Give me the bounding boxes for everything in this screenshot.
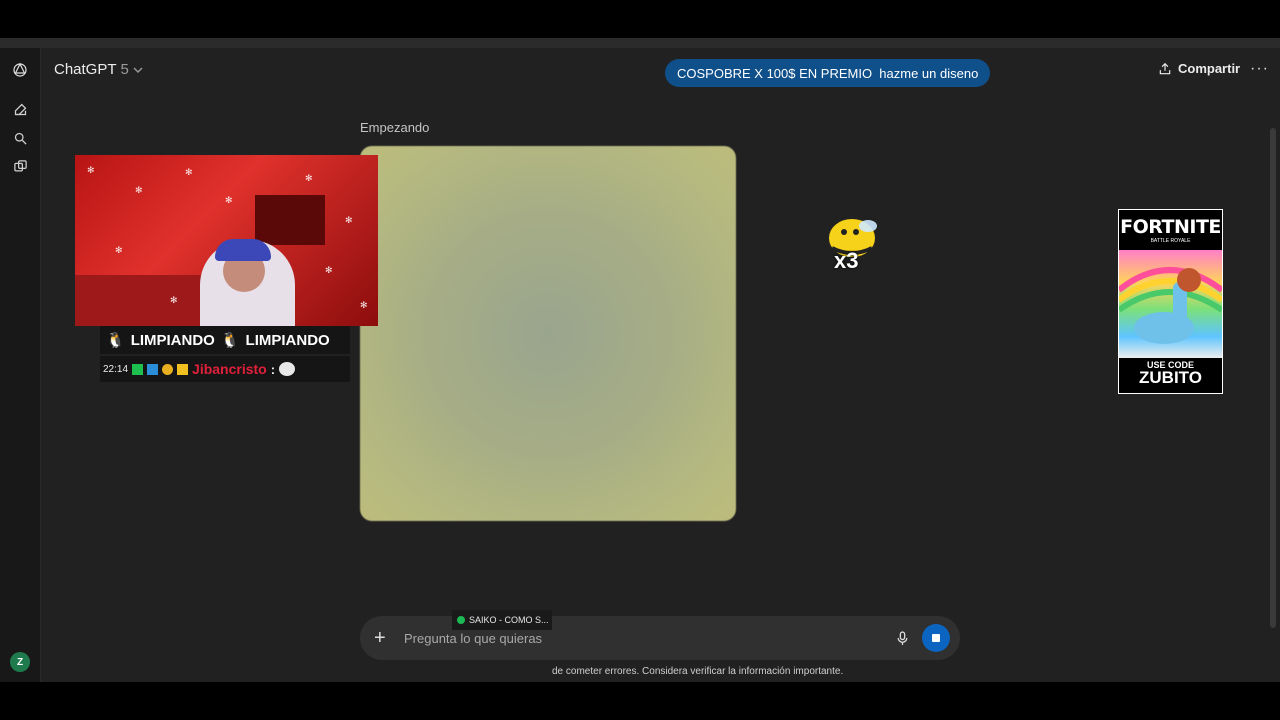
webcam-bed: [75, 275, 215, 326]
prompt-input[interactable]: [402, 629, 892, 647]
snowflake-icon: ✻: [305, 173, 313, 183]
browser-strip: [0, 38, 1280, 48]
webcam-streamer-hat: [215, 239, 271, 261]
share-label: Compartir: [1178, 61, 1241, 76]
search-icon[interactable]: [10, 128, 30, 148]
snowflake-icon: ✻: [135, 185, 143, 195]
model-version: 5: [120, 61, 129, 78]
microphone-icon[interactable]: [892, 630, 912, 646]
stream-status-text-2: LIMPIANDO: [245, 331, 330, 349]
top-black-bar: [0, 0, 1280, 38]
snowflake-icon: ✻: [87, 165, 95, 175]
stream-title-banner: COSPOBRE X 100$ EN PREMIO hazme un disen…: [665, 59, 991, 87]
fortnite-creator-code-poster: FORTNITE BATTLE ROYALE USE CODE ZUBITO: [1118, 209, 1223, 394]
chevron-down-icon: [133, 67, 143, 73]
plus-icon[interactable]: +: [374, 627, 390, 650]
chat-badge-icon: [147, 363, 159, 375]
generating-image-placeholder: [360, 146, 736, 521]
crown-badge-icon: [177, 363, 189, 375]
penguin-icon: 🐧: [220, 332, 240, 349]
bee-emote-icon: x3: [822, 208, 880, 278]
stream-chat-message: 22:14 Jibancristo :: [100, 356, 350, 382]
snowflake-icon: ✻: [170, 295, 178, 305]
poster-llama-art: [1119, 250, 1222, 358]
snowflake-icon: ✻: [325, 265, 333, 275]
composer: +: [360, 616, 960, 660]
chat-separator: :: [270, 361, 276, 377]
model-selector[interactable]: ChatGPT 5: [54, 61, 143, 78]
spotify-icon: [457, 616, 465, 624]
stream-status-text-1: LIMPIANDO: [130, 331, 215, 349]
chat-emote-icon: [279, 362, 296, 376]
more-options-button[interactable]: ···: [1250, 60, 1269, 78]
stop-icon: [932, 634, 940, 642]
webcam-shelf: [255, 195, 325, 245]
poster-subtitle: BATTLE ROYALE: [1150, 238, 1191, 244]
chat-time: 22:14: [103, 363, 129, 375]
poster-title: FORTNITE: [1120, 216, 1221, 238]
model-name: ChatGPT: [54, 61, 117, 78]
share-icon: [1159, 62, 1171, 74]
image-generation-status: Empezando: [360, 120, 430, 135]
bottom-black-bar: [0, 682, 1280, 720]
now-playing-widget: SAIKO - COMO S...: [452, 610, 552, 630]
share-button[interactable]: Compartir: [1158, 61, 1240, 76]
bee-multiplier: x3: [834, 248, 859, 273]
scrollbar[interactable]: [1270, 128, 1276, 628]
snowflake-icon: ✻: [225, 195, 233, 205]
snowflake-icon: ✻: [185, 167, 193, 177]
poster-code: ZUBITO: [1139, 368, 1202, 387]
chat-badge-icon: [162, 363, 174, 375]
sidebar-rail: Z: [0, 48, 41, 682]
library-icon[interactable]: [10, 156, 30, 176]
openai-logo-icon[interactable]: [10, 60, 30, 80]
stop-button[interactable]: [922, 624, 950, 652]
webcam-overlay: ✻ ✻ ✻ ✻ ✻ ✻ ✻ ✻ ✻ ✻: [75, 155, 378, 326]
disclaimer-text: de cometer errores. Considera verificar …: [552, 666, 844, 677]
penguin-icon: 🐧: [106, 332, 125, 349]
avatar[interactable]: Z: [10, 652, 30, 672]
stream-status-banner: 🐧 LIMPIANDO 🐧 LIMPIANDO: [100, 326, 350, 354]
now-playing-track: SAIKO - COMO S...: [469, 615, 549, 625]
chat-badge-icon: [132, 363, 144, 375]
snowflake-icon: ✻: [345, 215, 353, 225]
chat-username: Jibancristo: [192, 361, 267, 377]
new-chat-icon[interactable]: [10, 99, 30, 119]
snowflake-icon: ✻: [115, 245, 123, 255]
snowflake-icon: ✻: [360, 300, 368, 310]
